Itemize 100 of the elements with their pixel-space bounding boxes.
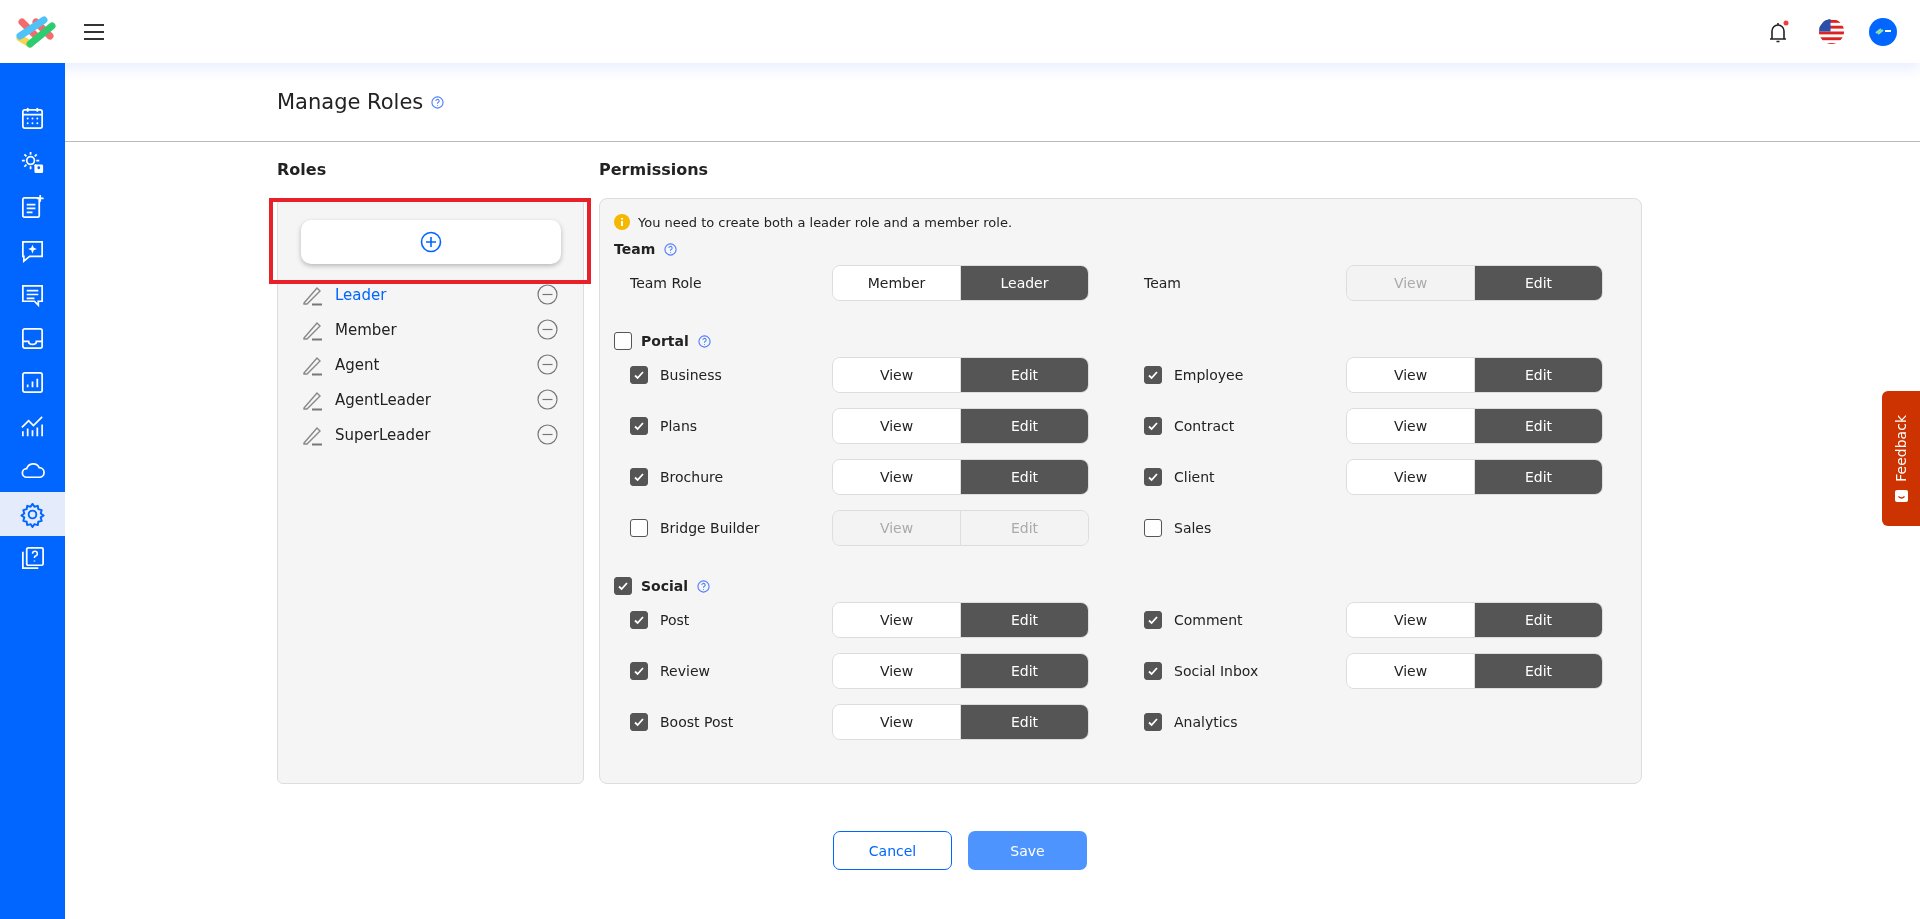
permission-label: Business xyxy=(660,367,722,383)
segment-option[interactable]: View xyxy=(833,603,960,637)
cancel-button[interactable]: Cancel xyxy=(833,831,952,870)
info-icon xyxy=(614,214,630,230)
segment-option[interactable]: View xyxy=(1347,409,1474,443)
remove-icon[interactable] xyxy=(537,284,558,305)
segment-option[interactable]: Edit xyxy=(1474,358,1602,392)
checkbox[interactable] xyxy=(630,713,648,731)
segment-option[interactable]: Edit xyxy=(1474,409,1602,443)
segment-option[interactable]: Edit xyxy=(960,603,1088,637)
checkbox[interactable] xyxy=(1144,713,1162,731)
segment-option[interactable]: Edit xyxy=(960,409,1088,443)
segment-option[interactable]: Edit xyxy=(1474,654,1602,688)
checkmark-icon xyxy=(633,665,645,677)
segment-option[interactable]: View xyxy=(833,654,960,688)
us-flag-icon[interactable] xyxy=(1818,18,1845,45)
checkmark-icon xyxy=(1147,716,1159,728)
segment-option[interactable]: Leader xyxy=(960,266,1088,300)
segment-option[interactable]: Edit xyxy=(960,705,1088,739)
checkbox[interactable] xyxy=(630,611,648,629)
role-name[interactable]: Agent xyxy=(335,355,526,374)
checkbox[interactable] xyxy=(614,577,632,595)
checkmark-icon xyxy=(633,716,645,728)
permission-label: Bridge Builder xyxy=(660,520,760,536)
segment-option[interactable]: View xyxy=(1347,603,1474,637)
segment-option[interactable]: Member xyxy=(833,266,960,300)
remove-icon[interactable] xyxy=(537,319,558,340)
checkmark-icon xyxy=(1147,665,1159,677)
permissions-heading: Permissions xyxy=(599,159,710,181)
segment-option[interactable]: Edit xyxy=(960,358,1088,392)
permission-label: Sales xyxy=(1174,520,1212,536)
segment-option[interactable]: View xyxy=(1347,358,1474,392)
segment-option[interactable]: View xyxy=(1347,654,1474,688)
section-title: Portal xyxy=(641,333,689,349)
permission-label: Employee xyxy=(1174,367,1244,383)
role-name[interactable]: AgentLeader xyxy=(335,390,526,409)
checkbox[interactable] xyxy=(630,468,648,486)
remove-icon[interactable] xyxy=(537,389,558,410)
checkmark-icon xyxy=(1147,420,1159,432)
permission-label: Contract xyxy=(1174,418,1235,434)
segment-option[interactable]: Edit xyxy=(960,460,1088,494)
role-name[interactable]: Member xyxy=(335,320,526,339)
segment-option[interactable]: View xyxy=(833,705,960,739)
checkbox[interactable] xyxy=(630,366,648,384)
permission-label: Client xyxy=(1174,469,1215,485)
permission-label: Brochure xyxy=(660,469,724,485)
checkmark-icon xyxy=(1147,614,1159,626)
segment-option[interactable]: Edit xyxy=(1474,460,1602,494)
segment-option[interactable]: View xyxy=(1347,460,1474,494)
permission-label: Boost Post xyxy=(660,714,734,730)
menu-icon[interactable] xyxy=(83,22,105,41)
plus-circle-icon xyxy=(420,231,442,253)
help-icon[interactable] xyxy=(697,579,711,593)
logo-icon[interactable] xyxy=(14,13,58,50)
checkbox[interactable] xyxy=(1144,366,1162,384)
remove-icon[interactable] xyxy=(537,424,558,445)
document-plus-icon xyxy=(19,192,46,220)
help-icon[interactable] xyxy=(697,334,711,348)
smiley-icon xyxy=(1894,489,1908,503)
settings-icon xyxy=(19,500,46,528)
permission-label: Analytics xyxy=(1174,714,1238,730)
permission-label: Social Inbox xyxy=(1174,663,1259,679)
section-title: Team xyxy=(614,241,656,257)
section-title: Social xyxy=(641,578,689,594)
permission-label: Team xyxy=(1144,275,1181,291)
help-icon[interactable] xyxy=(664,242,678,256)
roles-heading: Roles xyxy=(277,159,328,181)
avatar-icon[interactable] xyxy=(1869,17,1897,46)
sidebar-item[interactable] xyxy=(0,492,65,536)
checkbox[interactable] xyxy=(1144,417,1162,435)
checkbox[interactable] xyxy=(1144,611,1162,629)
checkbox[interactable] xyxy=(1144,468,1162,486)
checkbox[interactable] xyxy=(1144,662,1162,680)
checkmark-icon xyxy=(633,614,645,626)
permission-label: Review xyxy=(660,663,710,679)
checkmark-icon xyxy=(1147,471,1159,483)
checkbox[interactable] xyxy=(614,332,632,350)
checkbox[interactable] xyxy=(1144,519,1162,537)
role-name[interactable]: Leader xyxy=(335,285,526,304)
page-title: Manage Roles xyxy=(277,90,424,114)
feedback-tab[interactable]: Feedback xyxy=(1882,391,1920,526)
remove-icon[interactable] xyxy=(537,354,558,375)
checkbox[interactable] xyxy=(630,662,648,680)
bell-icon[interactable] xyxy=(1768,19,1790,44)
checkbox[interactable] xyxy=(630,417,648,435)
permission-label: Team Role xyxy=(630,275,702,291)
permission-label: Comment xyxy=(1174,612,1243,628)
segment-option[interactable]: View xyxy=(833,409,960,443)
segment-option[interactable]: Edit xyxy=(1474,266,1602,300)
role-name[interactable]: SuperLeader xyxy=(335,425,526,444)
checkmark-icon xyxy=(1147,369,1159,381)
checkmark-icon xyxy=(617,580,629,592)
permission-label: Plans xyxy=(660,418,698,434)
segment-option[interactable]: Edit xyxy=(960,654,1088,688)
help-icon[interactable] xyxy=(431,95,445,109)
segment-option[interactable]: View xyxy=(833,358,960,392)
checkmark-icon xyxy=(633,369,645,381)
segment-option[interactable]: Edit xyxy=(1474,603,1602,637)
segment-option[interactable]: View xyxy=(833,460,960,494)
checkbox[interactable] xyxy=(630,519,648,537)
